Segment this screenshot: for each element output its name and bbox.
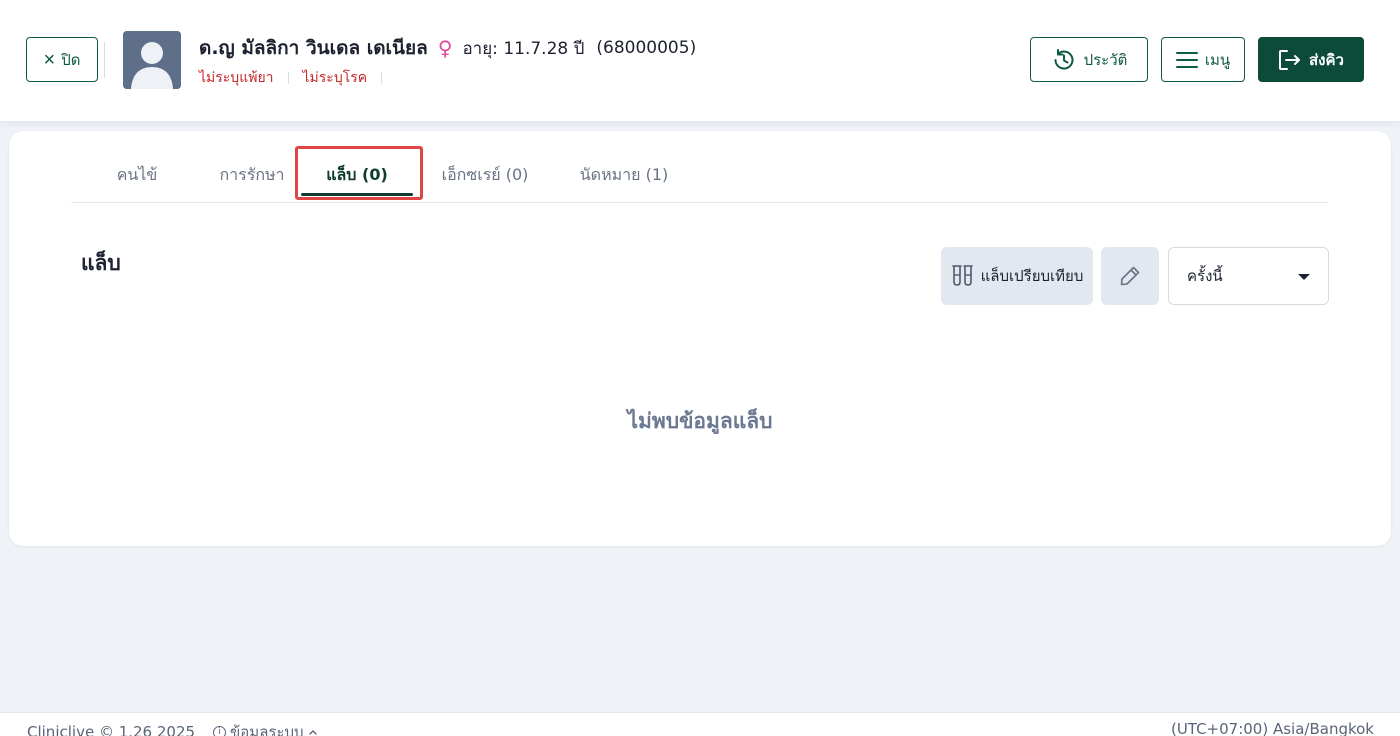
send-queue-icon xyxy=(1279,49,1301,70)
tab-lab[interactable]: แล็บ (0) xyxy=(301,155,413,196)
female-icon: ♀ xyxy=(437,36,453,60)
history-icon xyxy=(1054,48,1074,69)
patient-header: × ปิด ด.ญ มัลลิกา วินเดล เดเนียล ♀ อายุ:… xyxy=(0,0,1400,122)
tab-appointment[interactable]: นัดหมาย (1) xyxy=(579,155,669,195)
patient-age: อายุ: 11.7.28 ปี xyxy=(462,38,585,59)
menu-button[interactable]: เมนู xyxy=(1161,37,1245,82)
header-divider xyxy=(104,42,105,78)
patient-name: ด.ญ มัลลิกา วินเดล เดเนียล xyxy=(199,37,428,59)
app-version: Cliniclive © 1.26 2025 xyxy=(27,723,196,736)
lab-edit-button[interactable] xyxy=(1101,247,1159,305)
chevron-up-icon xyxy=(308,730,317,735)
info-icon: i xyxy=(213,725,227,736)
history-button[interactable]: ประวัติ xyxy=(1030,37,1148,82)
active-tab-indicator xyxy=(301,193,413,196)
footer: Cliniclive © 1.26 2025 i ข้อมูลระบบ (UTC… xyxy=(0,712,1400,736)
tab-xray[interactable]: เอ็กซเรย์ (0) xyxy=(435,155,535,195)
visit-select-value: ครั้งนี้ xyxy=(1187,267,1223,285)
tab-treatment[interactable]: การรักษา xyxy=(207,155,297,195)
menu-label: เมนู xyxy=(1204,51,1231,69)
patient-avatar xyxy=(123,31,181,89)
send-queue-button[interactable]: ส่งคิว xyxy=(1258,37,1364,82)
visit-select[interactable]: ครั้งนี้ xyxy=(1168,247,1329,305)
lab-compare-button[interactable]: แล็บเปรียบเทียบ xyxy=(941,247,1093,305)
history-label: ประวัติ xyxy=(1083,51,1128,69)
lab-empty-message: ไม่พบข้อมูลแล็บ xyxy=(627,409,773,433)
footer-left: Cliniclive © 1.26 2025 i ข้อมูลระบบ xyxy=(27,720,318,736)
tab-lab-label: แล็บ (0) xyxy=(326,164,388,184)
content-card: คนไข้ การรักษา แล็บ (0) เอ็กซเรย์ (0) นั… xyxy=(9,131,1391,546)
patient-info-row: ด.ญ มัลลิกา วินเดล เดเนียล ♀ อายุ: 11.7.… xyxy=(199,34,696,62)
pen-icon xyxy=(1120,266,1140,286)
avatar-silhouette-icon xyxy=(123,31,181,89)
caret-down-icon xyxy=(1298,274,1310,280)
system-info-toggle[interactable]: i ข้อมูลระบบ xyxy=(213,720,318,736)
disease-status: ไม่ระบุโรค xyxy=(302,70,368,86)
lab-section-title: แล็บ xyxy=(81,251,121,275)
tab-patient[interactable]: คนไข้ xyxy=(107,155,167,195)
test-tubes-icon xyxy=(951,265,973,286)
allergy-status: ไม่ระบุแพ้ยา xyxy=(199,70,274,86)
timezone: (UTC+07:00) Asia/Bangkok xyxy=(1170,720,1374,736)
patient-hn: (68000005) xyxy=(596,38,697,58)
hamburger-icon xyxy=(1175,51,1198,68)
send-queue-label: ส่งคิว xyxy=(1309,51,1344,69)
close-icon: × xyxy=(43,48,56,71)
tab-bar: คนไข้ การรักษา แล็บ (0) เอ็กซเรย์ (0) นั… xyxy=(71,131,1328,203)
system-info-label: ข้อมูลระบบ xyxy=(230,723,304,736)
alert-divider xyxy=(381,72,383,84)
alert-divider xyxy=(287,72,289,84)
lab-compare-label: แล็บเปรียบเทียบ xyxy=(980,268,1084,285)
close-button[interactable]: × ปิด xyxy=(26,37,98,82)
patient-alerts: ไม่ระบุแพ้ยา ไม่ระบุโรค xyxy=(199,68,383,88)
close-label: ปิด xyxy=(61,51,81,69)
